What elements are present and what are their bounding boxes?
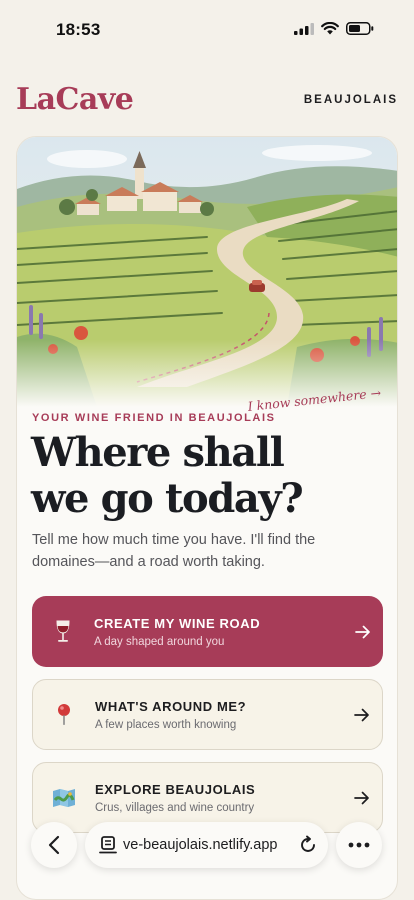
browser-toolbar: ve-beaujolais.netlify.app: [0, 818, 414, 878]
explore-beaujolais-desc: Crus, villages and wine country: [95, 801, 255, 814]
headline-line-2: we go today?: [31, 475, 304, 522]
create-wine-road-desc: A day shaped around you: [94, 635, 225, 648]
explore-beaujolais-title: EXPLORE BEAUJOLAIS: [95, 781, 256, 797]
status-bar: 18:53: [0, 0, 414, 60]
whats-around-me-title: WHAT'S AROUND ME?: [95, 698, 247, 714]
eyebrow-label: YOUR WINE FRIEND IN BEAUJOLAIS: [32, 412, 276, 424]
more-options-button[interactable]: [336, 822, 382, 868]
signal-icon: [294, 22, 314, 35]
chevron-left-icon: [48, 835, 60, 855]
more-icon: [348, 842, 370, 848]
reload-icon[interactable]: [298, 835, 318, 855]
arrow-right-icon: [342, 708, 382, 722]
region-label: BEAUJOLAIS: [303, 94, 398, 106]
create-wine-road-title: CREATE MY WINE ROAD: [94, 615, 261, 631]
hero-illustration: I know somewhere →: [17, 137, 397, 414]
address-bar[interactable]: ve-beaujolais.netlify.app: [85, 822, 328, 868]
clock: 18:53: [56, 20, 101, 39]
wifi-icon: [321, 22, 339, 35]
back-button[interactable]: [31, 822, 77, 868]
arrow-right-icon: [342, 791, 382, 805]
arrow-right-icon: [343, 625, 383, 639]
page-menu-icon[interactable]: [99, 836, 119, 854]
whats-around-me-desc: A few places worth knowing: [95, 718, 237, 731]
wine-glass-icon: [32, 620, 94, 644]
battery-icon: [346, 22, 374, 35]
whats-around-me-button[interactable]: WHAT'S AROUND ME? A few places worth kno…: [32, 679, 383, 750]
map-icon: [33, 788, 95, 808]
intro-subtext: Tell me how much time you have. I'll fin…: [32, 532, 316, 570]
status-icons: [294, 22, 374, 35]
app-header: LaCave BEAUJOLAIS: [0, 82, 414, 126]
url-text: ve-beaujolais.netlify.app: [123, 837, 278, 853]
map-pin-icon: [33, 703, 95, 727]
headline-line-1: Where shall: [31, 429, 285, 476]
page-headline: Where shall we go today?: [31, 430, 391, 522]
create-wine-road-button[interactable]: CREATE MY WINE ROAD A day shaped around …: [32, 596, 383, 667]
home-card: I know somewhere → YOUR WINE FRIEND IN B…: [16, 136, 398, 900]
logo[interactable]: LaCave: [16, 82, 134, 117]
